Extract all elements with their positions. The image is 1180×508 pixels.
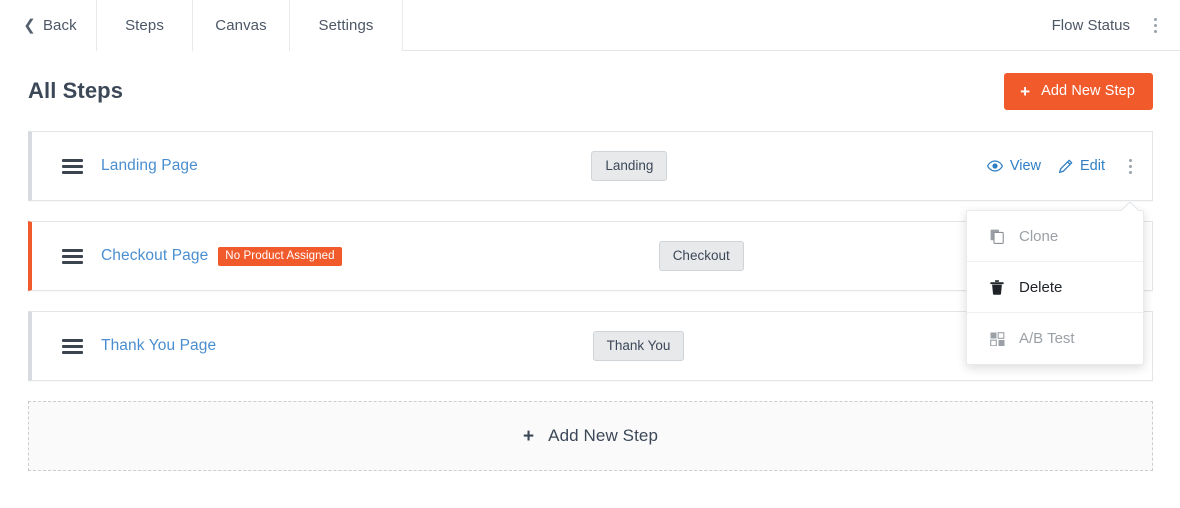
copy-icon	[989, 229, 1005, 244]
view-button[interactable]: View	[986, 158, 1041, 174]
status-badge: Checkout	[658, 241, 744, 271]
tab-steps[interactable]: Steps	[97, 0, 193, 52]
back-label: Back	[42, 17, 77, 34]
top-navigation-bar: ❮ Back Steps Canvas Settings Flow Status	[0, 0, 1180, 52]
drag-bar	[62, 170, 83, 174]
status-badge: Landing	[591, 151, 668, 181]
kebab-dot	[1154, 29, 1157, 33]
drag-bar	[62, 260, 83, 264]
add-new-step-footer-label: Add New Step	[548, 426, 659, 445]
menu-item-delete-label: Delete	[1019, 278, 1063, 296]
tab-settings[interactable]: Settings	[290, 0, 403, 51]
kebab-dot	[1129, 158, 1132, 162]
chevron-left-icon: ❮	[23, 16, 36, 34]
menu-item-ab-test-label: A/B Test	[1019, 330, 1075, 347]
step-actions: View Edit	[986, 155, 1152, 178]
add-new-step-label: Add New Step	[1041, 83, 1135, 99]
no-product-assigned-badge: No Product Assigned	[218, 246, 342, 266]
tab-settings-label: Settings	[318, 17, 374, 34]
plus-icon: +	[522, 425, 535, 447]
topbar-right-group: Flow Status	[1052, 0, 1180, 50]
edit-button[interactable]: Edit	[1058, 158, 1105, 174]
tab-canvas[interactable]: Canvas	[193, 0, 290, 51]
page-header: All Steps + Add New Step	[0, 51, 1180, 131]
back-button[interactable]: ❮ Back	[0, 0, 97, 51]
step-context-menu: Clone Delete A/B Test	[966, 210, 1144, 365]
kebab-dot	[1154, 17, 1157, 21]
drag-bar	[62, 338, 83, 342]
edit-label: Edit	[1080, 158, 1105, 174]
drag-bar	[62, 254, 83, 258]
kebab-dot	[1154, 23, 1157, 27]
flow-overflow-menu-icon[interactable]	[1148, 14, 1163, 37]
drag-bar	[62, 344, 83, 348]
ab-test-icon	[989, 331, 1005, 346]
drag-handle-icon[interactable]	[62, 338, 83, 354]
kebab-dot	[1129, 164, 1132, 168]
drag-bar	[62, 158, 83, 162]
page-title: All Steps	[28, 78, 124, 103]
kebab-dot	[1129, 170, 1132, 174]
step-type-container: Thank You	[216, 331, 987, 361]
plus-icon: +	[1020, 81, 1031, 101]
status-badge: Thank You	[592, 331, 685, 361]
pencil-icon	[1058, 159, 1073, 174]
menu-item-clone[interactable]: Clone	[967, 211, 1143, 262]
drag-handle-icon[interactable]	[62, 248, 83, 264]
menu-caret	[1122, 202, 1138, 211]
drag-handle-icon[interactable]	[62, 158, 83, 174]
menu-item-clone-label: Clone	[1019, 227, 1059, 245]
step-type-container: Checkout	[342, 241, 987, 271]
add-new-step-button[interactable]: + Add New Step	[1004, 72, 1153, 110]
drag-bar	[62, 248, 83, 252]
view-label: View	[1009, 158, 1041, 174]
eye-icon	[986, 160, 1003, 172]
drag-bar	[62, 350, 83, 354]
add-new-step-dropzone[interactable]: + Add New Step	[28, 401, 1153, 471]
step-name-link[interactable]: Thank You Page	[101, 337, 216, 355]
step-name-link[interactable]: Checkout Page	[101, 247, 208, 265]
step-name-link[interactable]: Landing Page	[101, 157, 198, 175]
drag-bar	[62, 164, 83, 168]
trash-icon	[989, 279, 1005, 295]
menu-item-ab-test[interactable]: A/B Test	[967, 313, 1143, 364]
step-overflow-menu-icon[interactable]	[1122, 155, 1139, 178]
menu-item-delete[interactable]: Delete	[967, 262, 1143, 313]
tab-canvas-label: Canvas	[215, 17, 267, 34]
table-row[interactable]: Landing Page Landing View Edit	[28, 131, 1153, 201]
step-type-container: Landing	[198, 151, 987, 181]
flow-status-label[interactable]: Flow Status	[1052, 17, 1130, 34]
tab-steps-label: Steps	[125, 17, 164, 34]
